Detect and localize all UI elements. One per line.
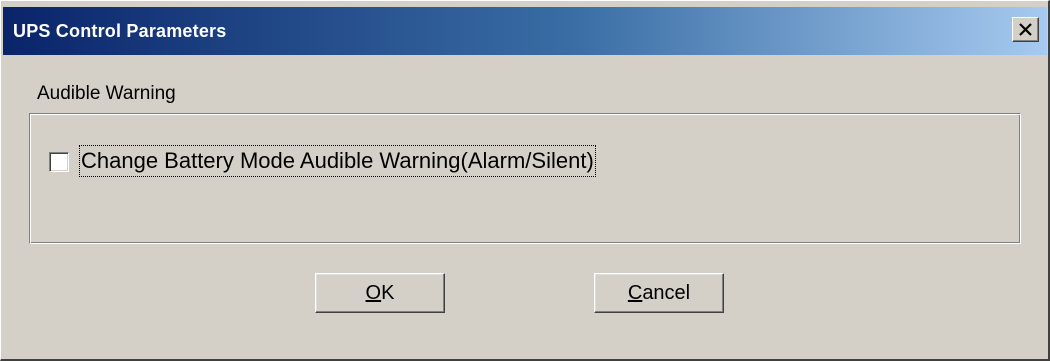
ok-button[interactable]: OK	[315, 273, 445, 313]
close-icon	[1019, 23, 1032, 36]
ok-mnemonic: O	[365, 282, 382, 304]
dialog-title: UPS Control Parameters	[13, 21, 227, 41]
audible-warning-groupbox	[29, 113, 1021, 244]
ups-control-parameters-dialog: UPS Control Parameters Audible Warning C…	[0, 0, 1050, 361]
cancel-label-rest: ancel	[642, 282, 691, 304]
close-button[interactable]	[1012, 17, 1039, 42]
title-bar[interactable]: UPS Control Parameters	[3, 7, 1047, 55]
cancel-button[interactable]: Cancel	[594, 273, 724, 313]
battery-mode-warning-checkbox[interactable]	[49, 152, 69, 172]
battery-mode-warning-label[interactable]: Change Battery Mode Audible Warning(Alar…	[79, 145, 596, 177]
cancel-mnemonic: C	[627, 282, 643, 304]
audible-warning-group-label: Audible Warning	[37, 83, 176, 104]
ok-label-rest: K	[381, 282, 395, 304]
